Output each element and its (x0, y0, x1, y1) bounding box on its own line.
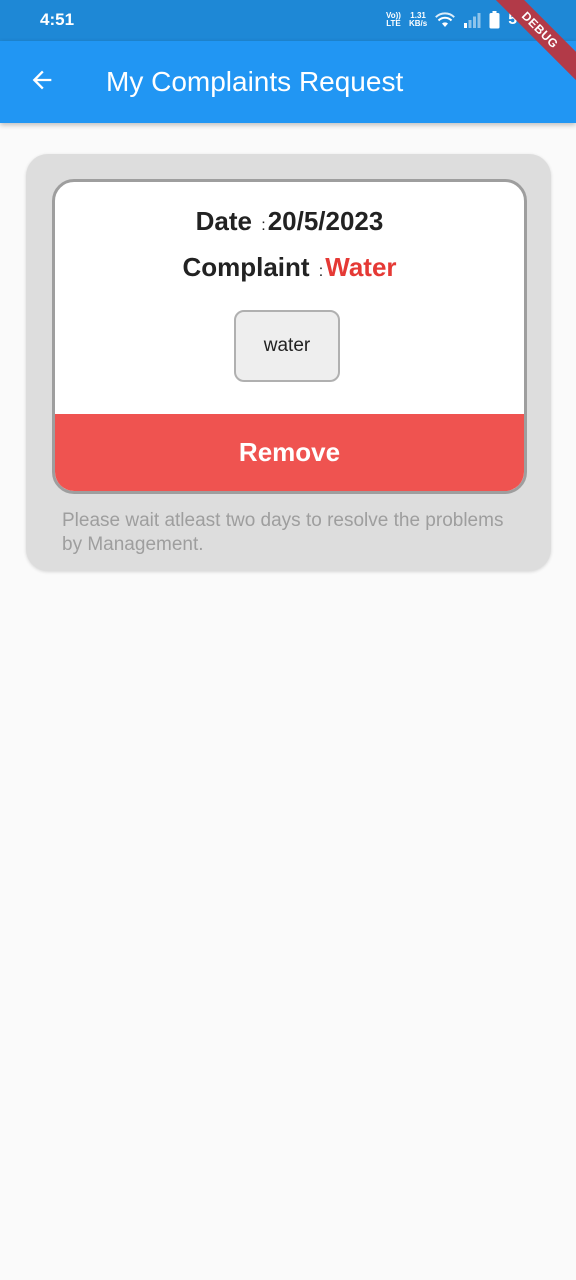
complaint-card: Date :20/5/2023 Complaint :Water water R… (26, 154, 551, 571)
battery-icon (489, 11, 500, 29)
status-bar: 4:51 Vo)) LTE 1.31 KB/s DEBUG (0, 0, 576, 87)
complaint-type-value: Water (325, 252, 397, 282)
status-icons: Vo)) LTE 1.31 KB/s (386, 9, 526, 31)
complaint-separator: : (318, 263, 324, 280)
volte-indicator: Vo)) LTE (386, 12, 401, 28)
app-bar: My Complaints Request (0, 41, 576, 123)
back-button[interactable] (22, 62, 62, 102)
network-speed-unit: KB/s (408, 19, 428, 28)
date-separator: : (261, 217, 266, 234)
complaint-description: water (234, 310, 340, 382)
arrow-left-icon (28, 66, 56, 99)
cell-signal-icon (463, 12, 481, 28)
date-label: Date (195, 206, 252, 236)
wifi-icon (435, 12, 456, 28)
network-speed: 1.31 KB/s (409, 12, 427, 28)
wait-note: Please wait atleast two days to resolve … (62, 510, 504, 555)
page-title: My Complaints Request (106, 66, 404, 97)
complaint-detail-card: Date :20/5/2023 Complaint :Water water R… (52, 179, 527, 494)
remove-button[interactable]: Remove (55, 414, 524, 491)
complaint-label: Complaint (182, 252, 310, 282)
status-time: 4:51 (40, 10, 75, 29)
complaint-type-row: Complaint :Water (55, 252, 524, 283)
date-value: 20/5/2023 (267, 206, 384, 236)
volte-label-bottom: LTE (386, 19, 401, 28)
date-row: Date :20/5/2023 (55, 206, 524, 237)
